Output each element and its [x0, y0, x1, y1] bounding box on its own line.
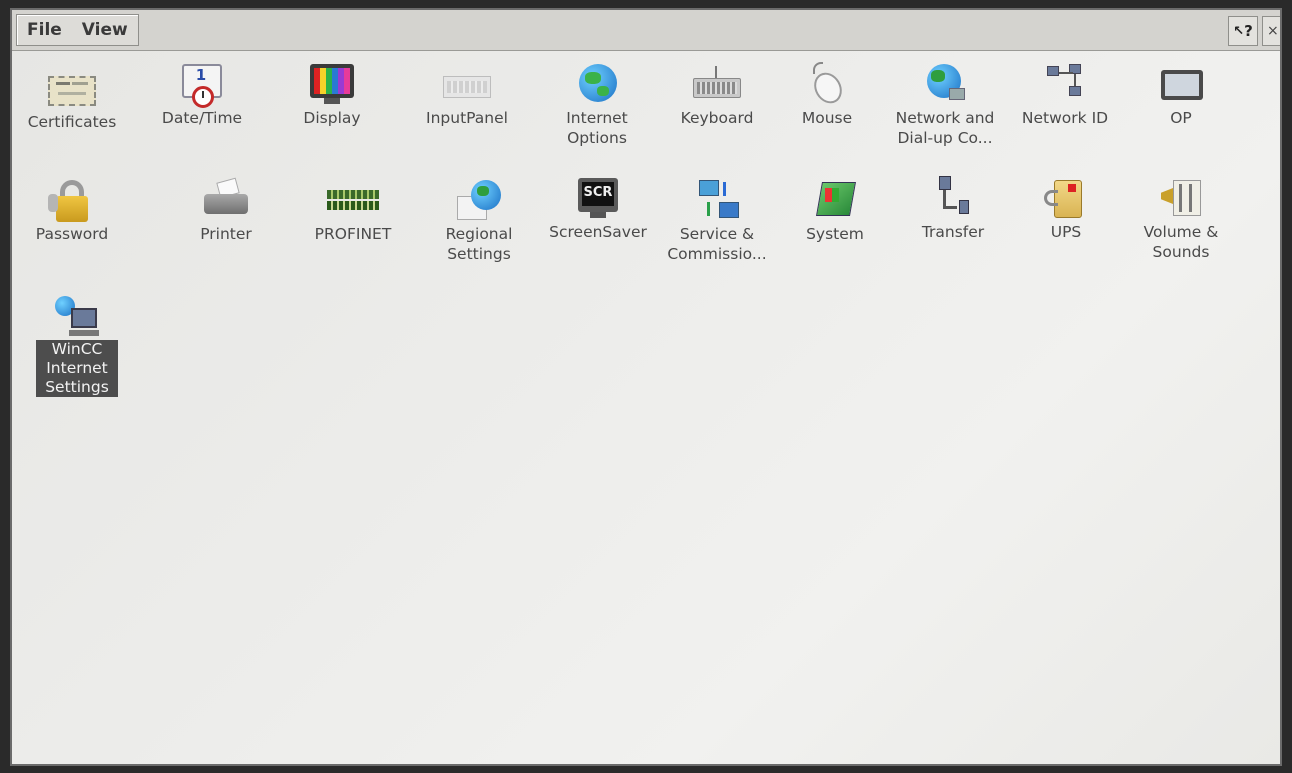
- screensaver-text: SCR: [583, 185, 613, 200]
- item-label: Certificates: [27, 113, 117, 131]
- screensaver-item[interactable]: SCR ScreenSaver: [539, 176, 657, 242]
- ups-item[interactable]: UPS: [1007, 176, 1125, 242]
- profinet-item[interactable]: PROFINET: [294, 178, 412, 244]
- display-item[interactable]: Display: [273, 62, 391, 128]
- control-panel-window: File View ↖? × Certificates 1 2: [10, 8, 1282, 766]
- item-label: Printer: [200, 225, 252, 243]
- service-commissioning-item[interactable]: Service & Commissio...: [658, 178, 776, 264]
- item-label: Password: [35, 225, 109, 243]
- menu-bar: File View ↖? ×: [12, 10, 1280, 51]
- item-label: Date/Time: [161, 109, 243, 127]
- close-icon: ×: [1267, 23, 1279, 39]
- padlock-icon: [46, 178, 98, 222]
- transfer-cable-icon: [927, 176, 979, 220]
- network-computers-icon: [1039, 62, 1091, 106]
- item-label: ScreenSaver: [549, 223, 647, 241]
- item-label: Volume & Sounds: [1143, 223, 1219, 261]
- item-label: Keyboard: [680, 109, 754, 127]
- volume-sounds-item[interactable]: Volume & Sounds: [1122, 176, 1240, 262]
- help-button[interactable]: ↖?: [1228, 16, 1258, 46]
- keyboard-icon: [691, 62, 743, 106]
- screensaver-monitor-icon: SCR: [572, 176, 624, 220]
- ups-battery-icon: [1040, 176, 1092, 220]
- password-item[interactable]: Password: [13, 178, 131, 244]
- transfer-item[interactable]: Transfer: [894, 176, 1012, 242]
- item-label: Service & Commissio...: [667, 225, 767, 263]
- certificate-icon: [46, 66, 98, 110]
- mouse-item[interactable]: Mouse: [768, 62, 886, 128]
- file-menu[interactable]: File: [17, 15, 72, 45]
- input-panel-item[interactable]: InputPanel: [408, 62, 526, 128]
- input-panel-icon: [441, 62, 493, 106]
- wincc-internet-settings-item[interactable]: WinCC Internet Settings: [25, 294, 129, 397]
- date-time-item[interactable]: 1 2 Date/Time: [143, 62, 261, 128]
- monitor-icon: [306, 62, 358, 106]
- network-dialup-item[interactable]: Network and Dial-up Co...: [886, 62, 1004, 148]
- regional-settings-item[interactable]: Regional Settings: [420, 178, 538, 264]
- op-item[interactable]: OP: [1122, 62, 1240, 128]
- close-button[interactable]: ×: [1262, 16, 1280, 46]
- menu-group: File View: [16, 14, 139, 46]
- network-id-item[interactable]: Network ID: [1006, 62, 1124, 128]
- item-label: InputPanel: [426, 109, 508, 127]
- keyboard-item[interactable]: Keyboard: [658, 62, 776, 128]
- item-label: Display: [303, 109, 361, 127]
- help-label: ?: [1244, 22, 1253, 40]
- item-label: Regional Settings: [445, 225, 513, 263]
- item-label: Transfer: [921, 223, 985, 241]
- calendar-clock-icon: 1 2: [176, 62, 228, 108]
- item-label: WinCC Internet Settings: [25, 340, 129, 397]
- item-label: OP: [1170, 109, 1192, 127]
- certificates-item[interactable]: Certificates: [13, 66, 131, 132]
- network-globe-icon: [919, 62, 971, 106]
- operator-panel-icon: [1155, 62, 1207, 106]
- speaker-icon: [1155, 176, 1207, 220]
- item-label: PROFINET: [314, 225, 392, 243]
- arrow-pointer-icon: ↖: [1233, 23, 1245, 39]
- regional-globe-icon: [453, 178, 505, 222]
- item-label: Network ID: [1021, 109, 1109, 127]
- icon-grid: Certificates 1 2 Date/Time Display: [12, 50, 1272, 750]
- printer-item[interactable]: Printer: [167, 177, 285, 244]
- item-label: Mouse: [801, 109, 853, 127]
- service-transfer-icon: [691, 178, 743, 222]
- system-item[interactable]: System: [776, 178, 894, 244]
- item-label: System: [806, 225, 864, 243]
- item-label: Internet Options: [566, 109, 628, 147]
- mouse-icon: [801, 62, 853, 109]
- view-menu[interactable]: View: [72, 15, 138, 45]
- internet-options-item[interactable]: Internet Options: [538, 62, 656, 148]
- wincc-globe-pc-icon: [51, 294, 103, 338]
- profinet-icon: [327, 178, 379, 222]
- printer-icon: [200, 177, 252, 222]
- item-label: UPS: [1050, 223, 1082, 241]
- globe-icon: [571, 62, 623, 106]
- system-book-icon: [809, 178, 861, 222]
- item-label: Network and Dial-up Co...: [895, 109, 995, 147]
